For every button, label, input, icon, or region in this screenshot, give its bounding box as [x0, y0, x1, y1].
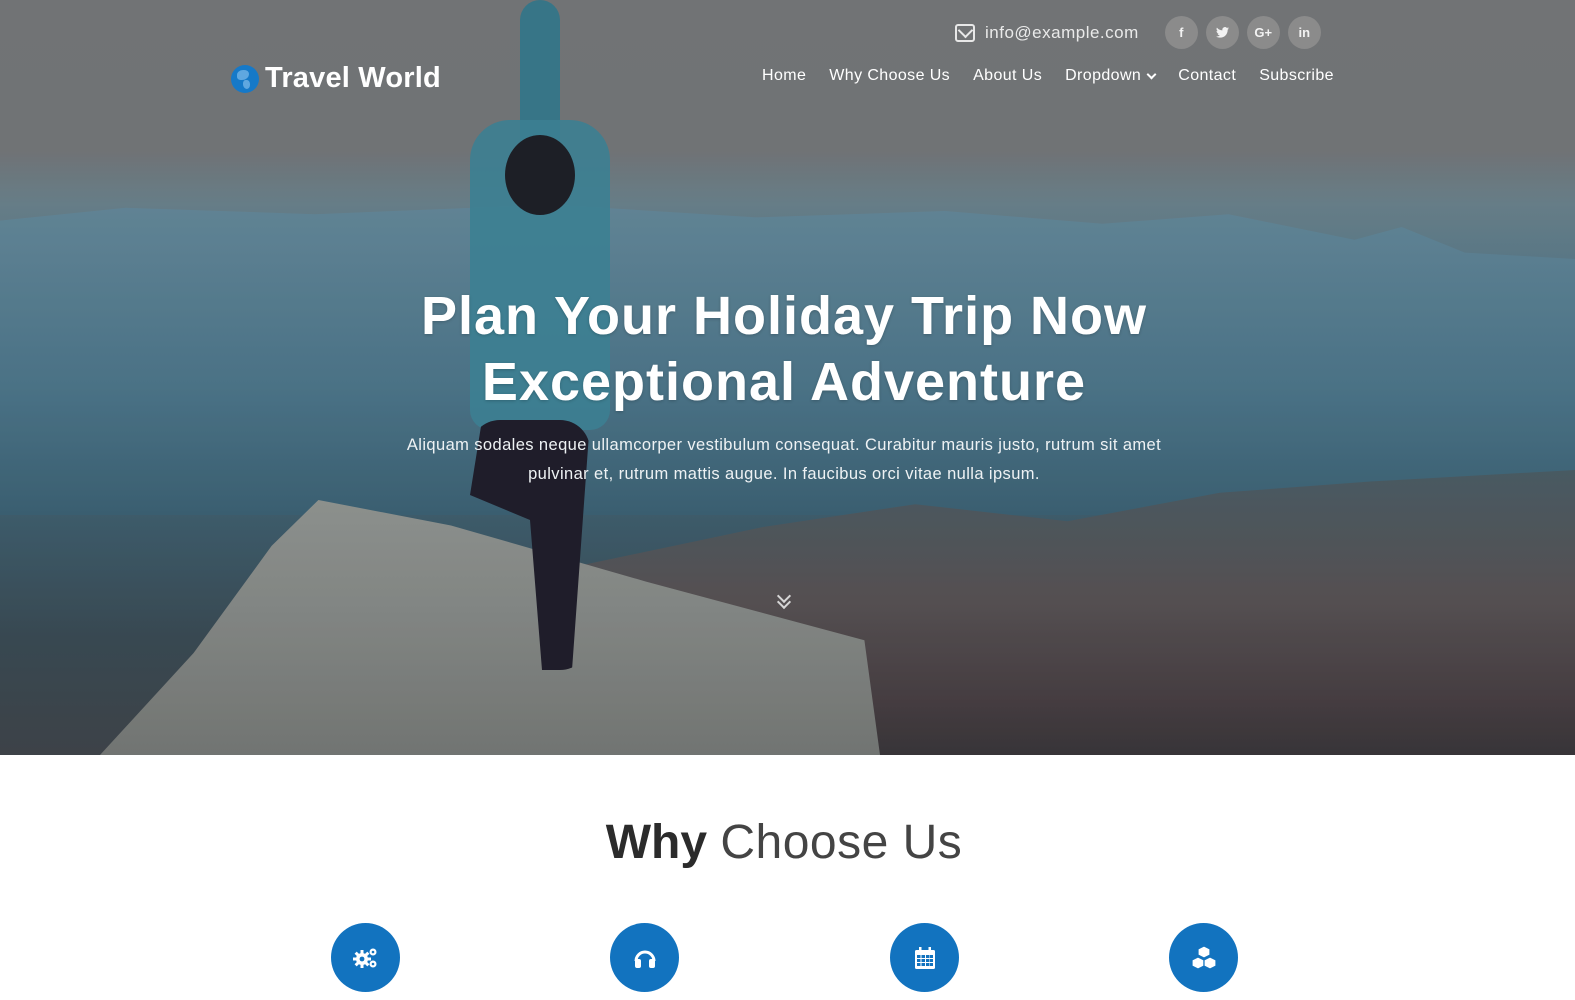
google-plus-icon[interactable]: G+: [1246, 16, 1280, 49]
email-address: info@example.com: [985, 22, 1139, 42]
chevron-down-icon: [1146, 69, 1157, 79]
nav-label: Why Choose Us: [829, 67, 951, 84]
envelope-open-icon: [955, 23, 975, 42]
social-links: f G+ in: [1164, 16, 1321, 49]
hero-section: Travel World info@example.com f G+ in Ho…: [0, 0, 1575, 755]
cubes-icon: [1169, 923, 1238, 992]
nav-item-contact[interactable]: Contact: [1178, 67, 1236, 85]
hero-title-line2: Exceptional Adventure: [481, 352, 1087, 412]
nav-item-why-choose-us[interactable]: Why Choose Us: [829, 67, 950, 85]
gears-icon: [331, 923, 400, 992]
nav-label: About Us: [973, 67, 1043, 84]
nav-item-subscribe[interactable]: Subscribe: [1259, 67, 1334, 85]
facebook-icon[interactable]: f: [1164, 16, 1198, 49]
nav-item-dropdown[interactable]: Dropdown: [1065, 67, 1157, 85]
brand-name: Travel World: [265, 62, 441, 94]
hero-description: Aliquam sodales neque ullamcorper vestib…: [406, 436, 1162, 483]
title-bold: Why: [605, 816, 708, 869]
double-chevron-down-icon[interactable]: [775, 588, 795, 613]
hero-title-line1: Plan Your Holiday Trip Now: [420, 286, 1148, 346]
main-nav: Home Why Choose Us About Us Dropdown Con…: [762, 67, 1334, 85]
nav-label: Subscribe: [1259, 67, 1334, 84]
headphones-icon: [610, 923, 679, 992]
title-light: Choose Us: [720, 816, 963, 869]
nav-item-about-us[interactable]: About Us: [973, 67, 1042, 85]
nav-label: Contact: [1178, 67, 1237, 84]
calendar-icon: [890, 923, 959, 992]
nav-item-home[interactable]: Home: [762, 67, 806, 85]
globe-icon: [231, 64, 259, 93]
brand-logo[interactable]: Travel World: [231, 62, 441, 95]
nav-label: Dropdown: [1065, 67, 1142, 84]
hero-title: Plan Your Holiday Trip Now Exceptional A…: [0, 283, 1568, 415]
top-bar: info@example.com f G+ in: [955, 16, 1321, 49]
why-choose-us-title: Why Choose Us: [0, 815, 1568, 870]
nav-label: Home: [762, 67, 807, 84]
twitter-icon[interactable]: [1205, 16, 1239, 49]
email-link[interactable]: info@example.com: [955, 23, 1139, 43]
features-row: [0, 923, 1575, 1000]
linkedin-icon[interactable]: in: [1287, 16, 1321, 49]
